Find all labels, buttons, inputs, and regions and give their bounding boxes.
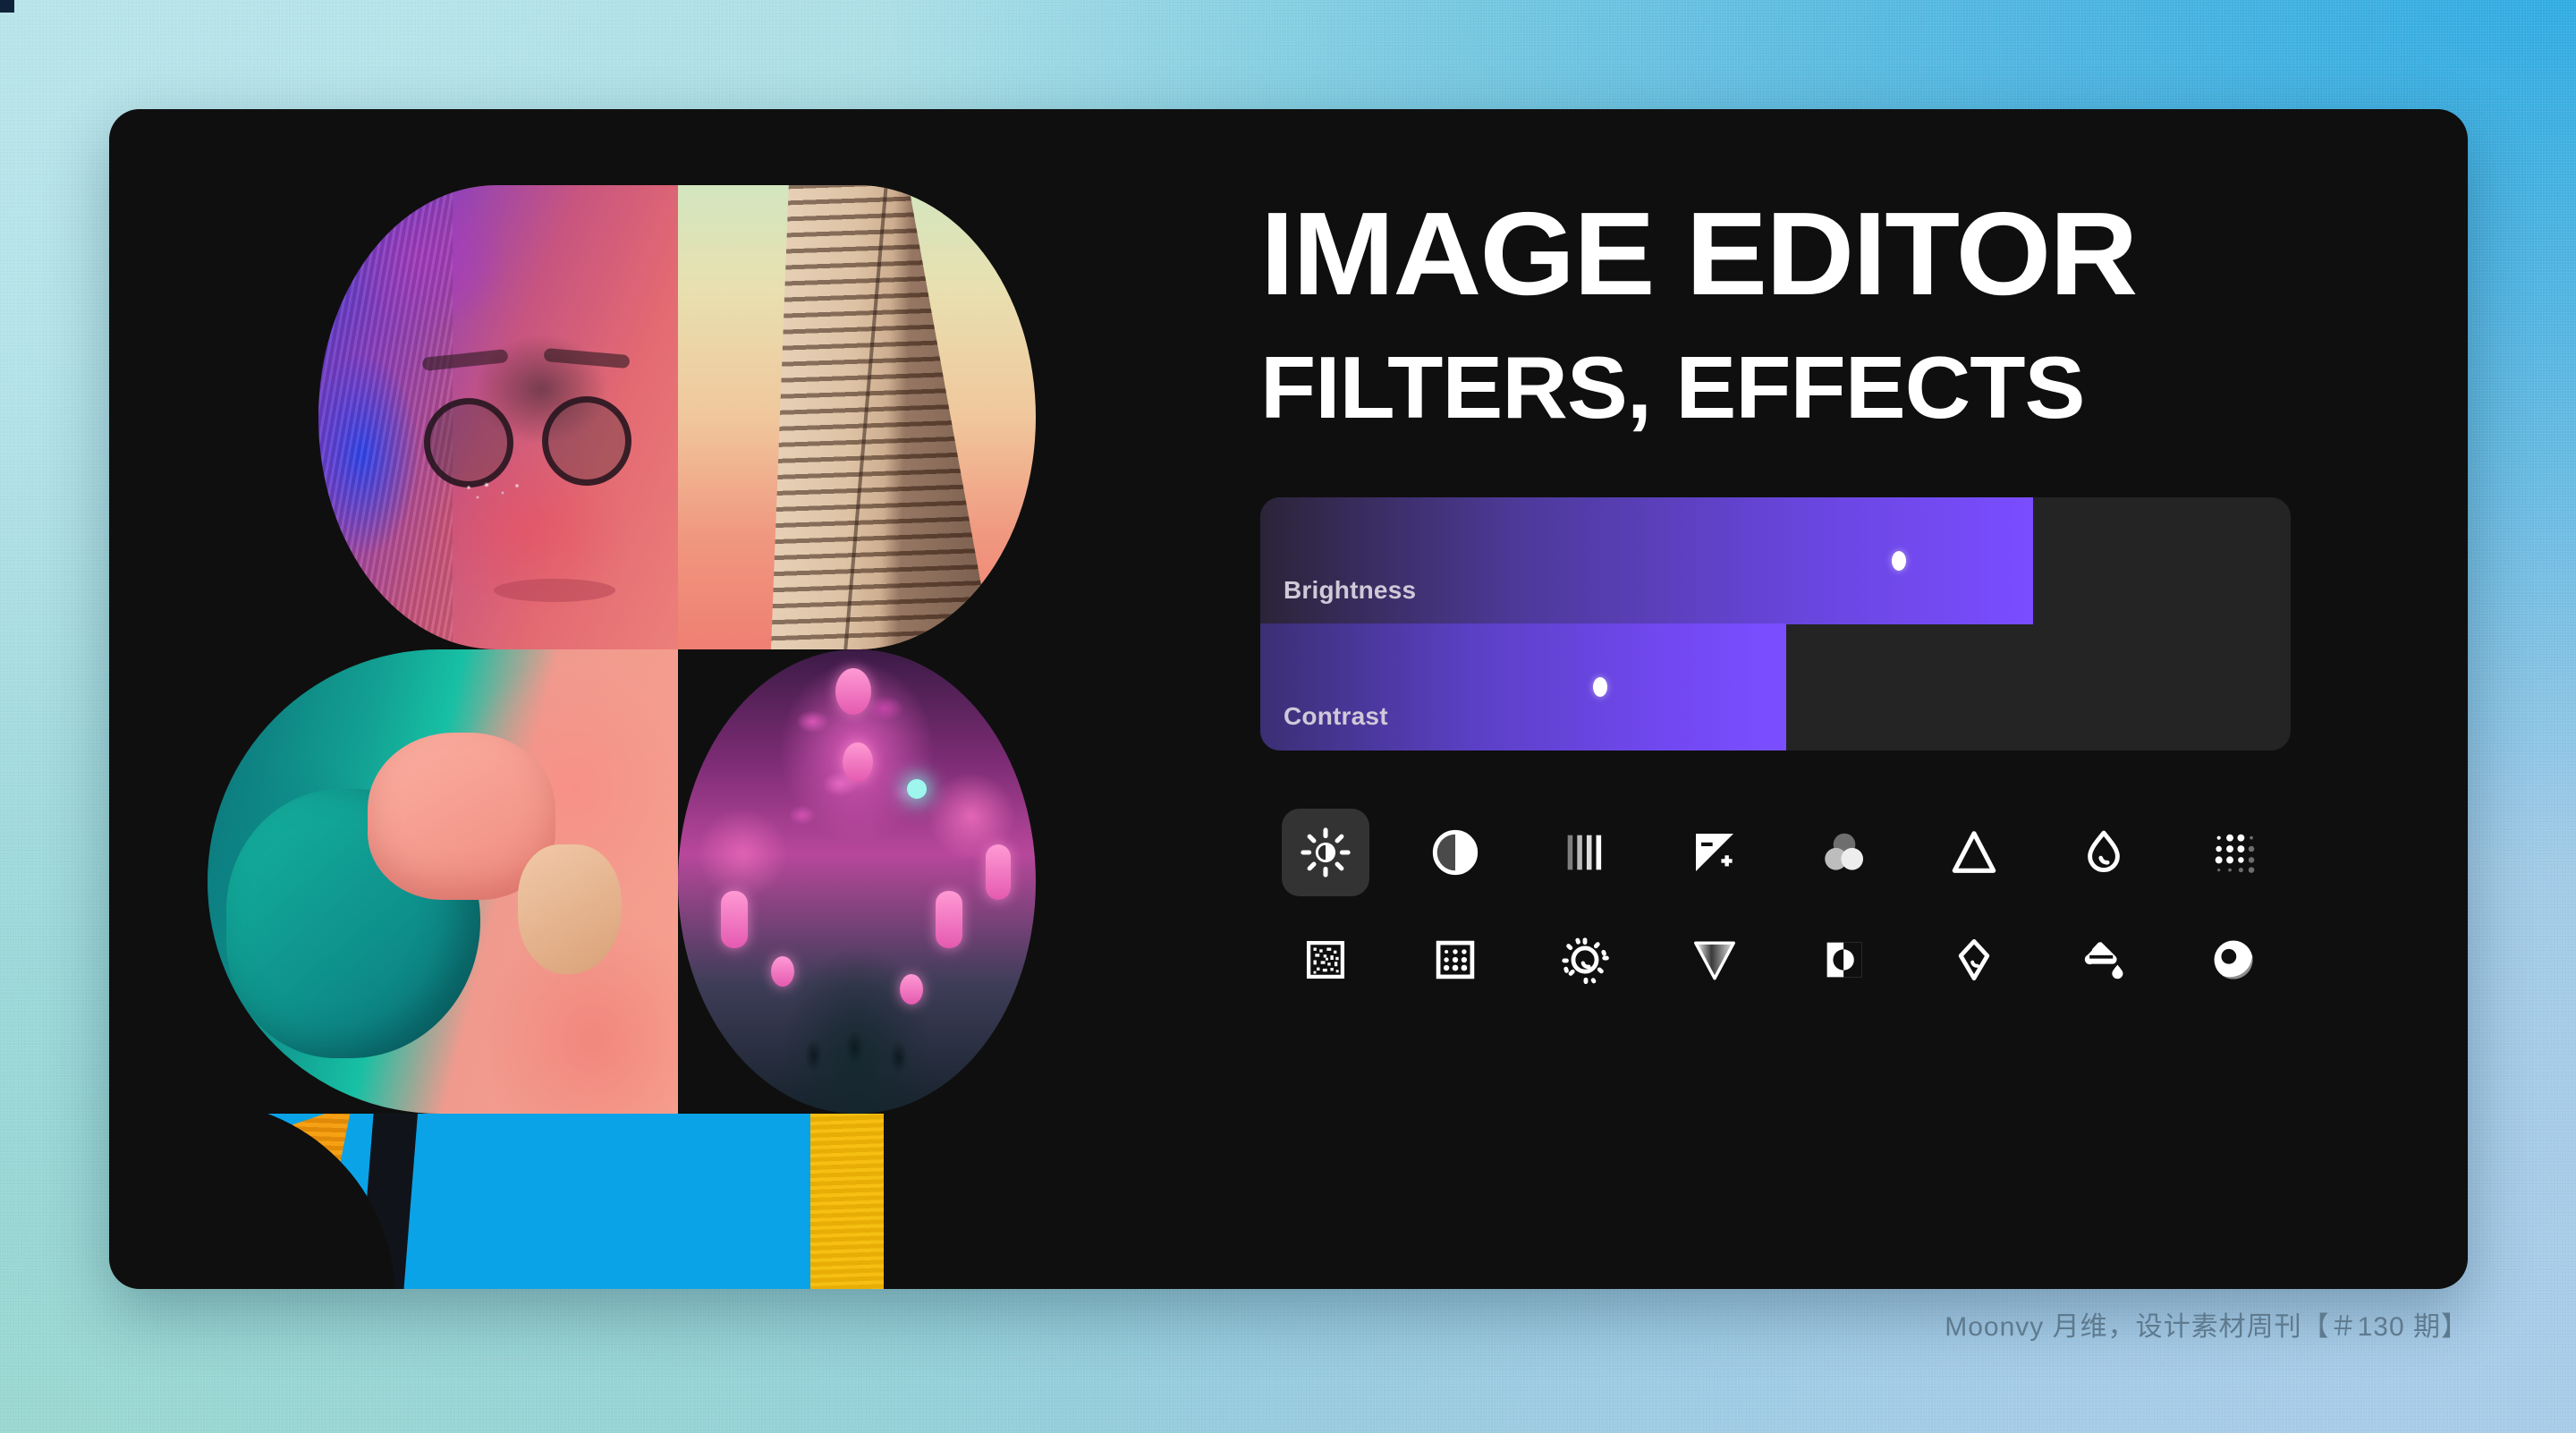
lantern: [843, 742, 873, 782]
invert-square-icon: [1820, 936, 1868, 984]
filter-button-color-mix[interactable]: [1779, 803, 1909, 902]
tower-floors: [771, 185, 993, 649]
image-collage: [208, 185, 1138, 1289]
contrast-slider-handle[interactable]: [1593, 677, 1608, 697]
brightness-slider-label: Brightness: [1284, 576, 1417, 604]
glasses-lens-left: [424, 398, 513, 488]
filter-row-1: [1260, 799, 2298, 906]
filter-button-tint[interactable]: [1909, 911, 2038, 1009]
hex-drop-icon: [1950, 936, 1998, 984]
filter-button-sharpen[interactable]: [1909, 803, 2038, 902]
filter-icon-grid: [1260, 799, 2298, 1013]
brightness-slider[interactable]: Brightness: [1260, 497, 2291, 624]
page-title: IMAGE EDITOR: [1260, 188, 2138, 319]
clothing-tile: [208, 649, 678, 1114]
glow-circle-icon: [1559, 934, 1611, 986]
adjustment-sliders: Brightness Contrast: [1260, 497, 2291, 750]
filter-button-dither[interactable]: [2168, 803, 2298, 902]
yellow-bar: [810, 1114, 884, 1289]
lantern: [771, 955, 794, 987]
footer-credit: Moonvy 月维，设计素材周刊【＃130 期】: [1945, 1312, 2469, 1342]
water-drop-icon: [2079, 827, 2129, 878]
filter-button-exposure[interactable]: [1649, 803, 1779, 902]
page-subtitle: FILTERS, EFFECTS: [1260, 338, 2085, 437]
color-mix-icon: [1818, 827, 1870, 878]
filter-button-halftone[interactable]: [1390, 911, 1520, 1009]
glasses-lens-right: [542, 396, 631, 486]
lips: [494, 579, 615, 602]
building-tile: [678, 185, 1036, 649]
brightness-icon: [1300, 827, 1352, 878]
filter-button-vignette[interactable]: [2168, 911, 2298, 1009]
alley-tile: [678, 649, 1036, 1114]
levels-icon: [1559, 827, 1611, 878]
sharpen-triangle-icon: [1948, 827, 2000, 878]
contrast-slider-fill: [1260, 623, 1786, 750]
contrast-icon: [1429, 827, 1481, 878]
filter-button-fill[interactable]: [2038, 911, 2168, 1009]
editor-panel: IMAGE EDITOR FILTERS, EFFECTS Brightness…: [109, 109, 2468, 1289]
filter-button-noise[interactable]: [1260, 911, 1390, 1009]
hand: [518, 844, 622, 975]
portrait-tile: [318, 185, 678, 649]
lantern: [936, 890, 962, 948]
contrast-slider[interactable]: Contrast: [1260, 623, 2291, 750]
contrast-slider-label: Contrast: [1284, 702, 1388, 730]
face-glitter: [462, 480, 528, 504]
brightness-slider-fill: [1260, 497, 2033, 624]
exposure-icon: [1690, 827, 1740, 878]
brightness-slider-handle[interactable]: [1892, 551, 1907, 571]
filter-button-glow[interactable]: [1520, 911, 1649, 1009]
eyebrow-right: [543, 347, 631, 369]
filter-button-contrast[interactable]: [1390, 803, 1520, 902]
crowd-silhouettes: [785, 983, 943, 1086]
lantern: [721, 890, 748, 948]
noise-square-icon: [1301, 936, 1350, 984]
gradient-triangle-icon: [1689, 934, 1741, 986]
filter-button-invert[interactable]: [1779, 911, 1909, 1009]
halftone-square-icon: [1431, 936, 1479, 984]
controls-column: IMAGE EDITOR FILTERS, EFFECTS Brightness…: [1260, 195, 2414, 1251]
architecture-tile: [208, 1114, 884, 1289]
lantern: [986, 844, 1011, 900]
corner-marker: [0, 0, 14, 13]
filter-button-levels[interactable]: [1520, 803, 1649, 902]
filter-button-brightness[interactable]: [1260, 803, 1390, 902]
lantern: [835, 667, 871, 715]
panel-curve-mask: [208, 1114, 395, 1289]
paint-bucket-icon: [2079, 935, 2129, 985]
vignette-moon-icon: [2208, 935, 2258, 985]
filter-row-2: [1260, 906, 2298, 1013]
dot-matrix-icon: [2208, 827, 2258, 878]
filter-button-saturation[interactable]: [2038, 803, 2168, 902]
filter-button-gradient[interactable]: [1649, 911, 1779, 1009]
